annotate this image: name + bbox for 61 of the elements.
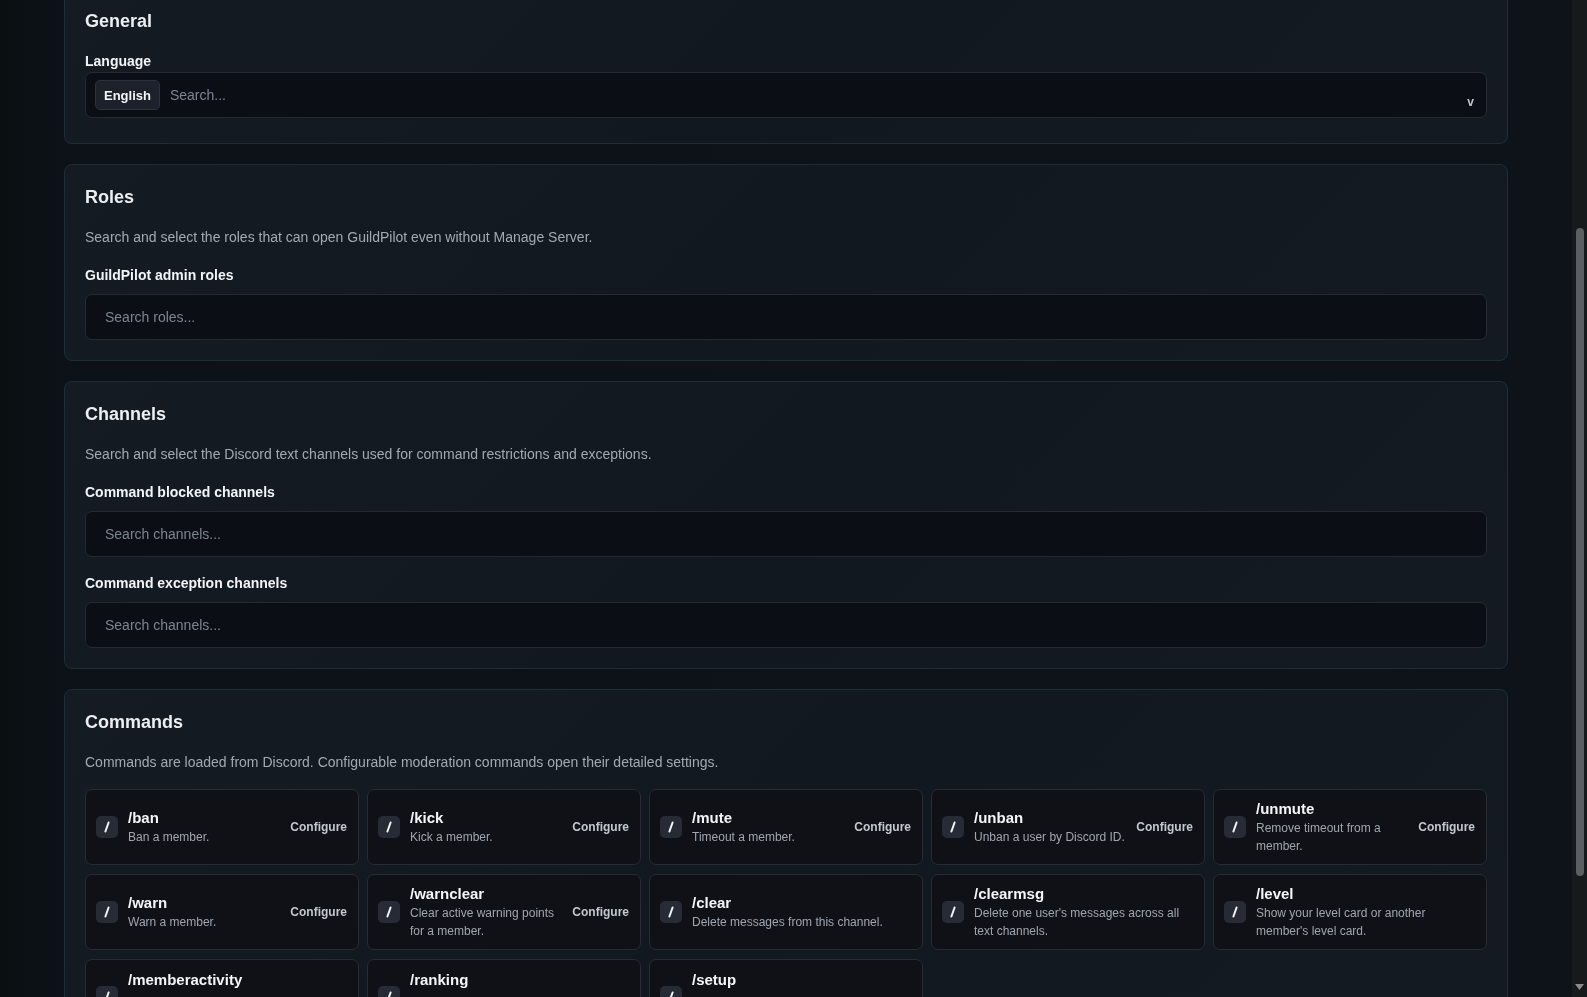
- section-description: Commands are loaded from Discord. Configurable moderation commands open their detailed settings.: [85, 753, 720, 772]
- dropdown-caret[interactable]: v: [1467, 95, 1474, 109]
- slash-icon: [378, 901, 400, 923]
- slash-icon: [660, 816, 682, 838]
- command-description: Warn a member.: [128, 914, 218, 931]
- slash-icon: [942, 901, 964, 923]
- section-description: Search and select the roles that can open GuildPilot even without Manage Server.: [85, 228, 594, 247]
- select-search-input[interactable]: Search...: [169, 87, 1458, 103]
- command-name: /unban: [974, 808, 1025, 828]
- command-description: Delete one user's messages across all text channels.: [974, 905, 1181, 940]
- section-heading: Channels: [85, 403, 168, 426]
- slash-icon: [660, 901, 682, 923]
- configure-button[interactable]: Configure: [290, 818, 347, 836]
- scrollbar-thumb[interactable]: [1575, 228, 1584, 876]
- section-heading: General: [85, 10, 154, 33]
- scrollbar[interactable]: [1572, 0, 1587, 997]
- command-name: /clearmsg: [974, 884, 1046, 904]
- slash-icon: [1224, 901, 1246, 923]
- field-label: GuildPilot admin roles: [85, 266, 235, 285]
- command-name: /kick: [410, 808, 445, 828]
- slash-icon: [942, 816, 964, 838]
- command-name: /mute: [692, 808, 733, 828]
- command-description: Timeout a member.: [692, 829, 796, 846]
- command-name: /setup: [692, 970, 738, 990]
- configure-button[interactable]: Configure: [290, 903, 347, 921]
- command-name: /clear: [692, 893, 733, 913]
- command-name: /memberactivity: [128, 970, 244, 990]
- command-description: Delete messages from this channel.: [692, 914, 884, 931]
- command-name: /ranking: [410, 970, 470, 990]
- command-name: /level: [1256, 884, 1295, 904]
- language-chip[interactable]: English: [95, 80, 160, 110]
- command-description: Remove timeout from a member.: [1256, 820, 1382, 855]
- slash-icon: [1224, 816, 1246, 838]
- section-heading: Commands: [85, 711, 184, 734]
- field-label: Language: [85, 52, 153, 71]
- configure-button[interactable]: Configure: [854, 818, 911, 836]
- command-description: Show your level card or another member's level card.: [1256, 905, 1427, 940]
- command-name: /warn: [128, 893, 169, 913]
- configure-button[interactable]: Configure: [572, 903, 629, 921]
- command-name: /ban: [128, 808, 160, 828]
- search-field[interactable]: Search channels...: [85, 602, 1487, 648]
- section-description: Search and select the Discord text channels used for command restrictions and exceptions.: [85, 445, 653, 464]
- command-name: /warnclear: [410, 884, 486, 904]
- section-heading: Roles: [85, 186, 136, 209]
- slash-icon: [378, 816, 400, 838]
- search-field[interactable]: Search channels...: [85, 511, 1487, 557]
- configure-button[interactable]: Configure: [1418, 818, 1475, 836]
- scroll-down-arrow-icon[interactable]: [1575, 984, 1584, 990]
- language-select[interactable]: English Search... v: [85, 72, 1487, 118]
- slash-icon: [96, 816, 118, 838]
- command-description: Kick a member.: [410, 829, 494, 846]
- field-label: Command exception channels: [85, 574, 289, 593]
- command-name: /unmute: [1256, 799, 1316, 819]
- slash-icon: [96, 901, 118, 923]
- command-description: Clear active warning points for a member.: [410, 905, 556, 940]
- search-field[interactable]: Search roles...: [85, 294, 1487, 340]
- configure-button[interactable]: Configure: [1136, 818, 1193, 836]
- configure-button[interactable]: Configure: [572, 818, 629, 836]
- field-label: Command blocked channels: [85, 483, 276, 502]
- command-description: Ban a member.: [128, 829, 211, 846]
- command-description: Unban a user by Discord ID.: [974, 829, 1126, 846]
